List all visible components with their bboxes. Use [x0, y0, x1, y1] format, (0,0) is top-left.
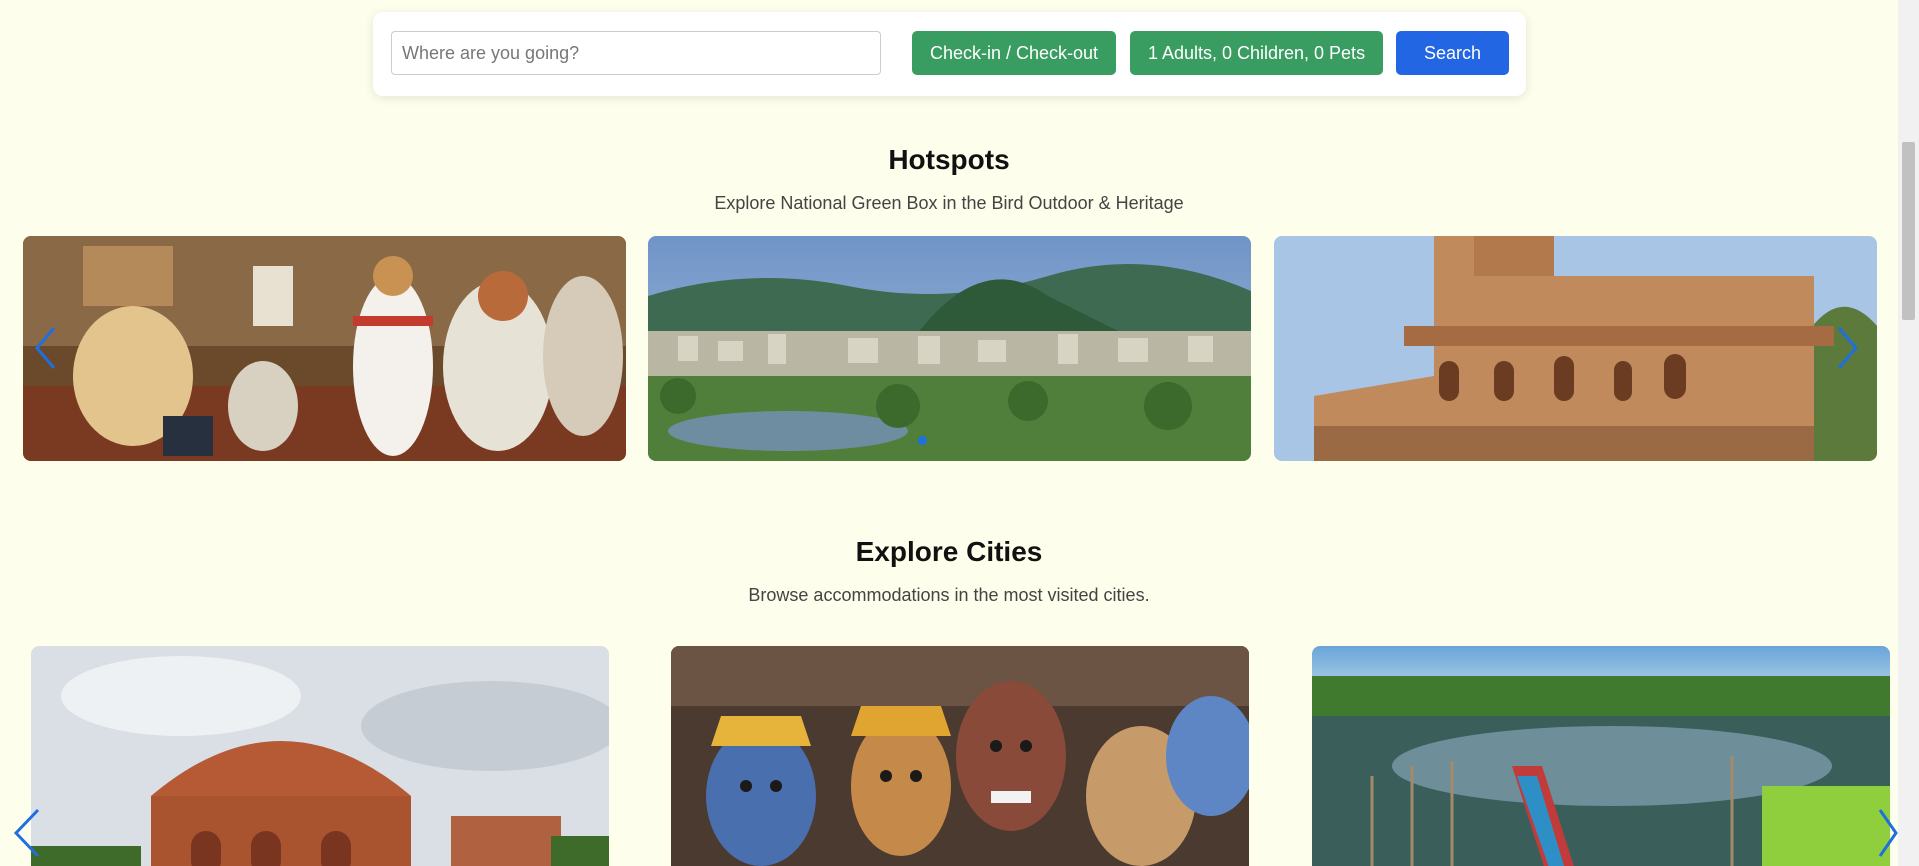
search-button[interactable]: Search	[1396, 31, 1509, 75]
masks-image	[671, 646, 1249, 866]
destination-search-input[interactable]	[391, 31, 881, 75]
hotspots-prev-arrow[interactable]	[34, 326, 56, 370]
chevron-left-icon	[35, 327, 56, 369]
chevron-right-icon	[1878, 809, 1898, 857]
vertical-scrollbar[interactable]	[1898, 0, 1919, 866]
search-bar: Check-in / Check-out 1 Adults, 0 Childre…	[373, 12, 1526, 96]
hotspot-card-city-view[interactable]	[648, 236, 1251, 461]
city-card-lake-boat[interactable]	[1312, 646, 1890, 866]
hotspot-card-museum[interactable]	[23, 236, 626, 461]
hotspots-next-arrow[interactable]	[1837, 326, 1859, 370]
explore-cities-next-arrow[interactable]	[1878, 808, 1898, 858]
lake-boat-image	[1312, 646, 1890, 866]
explore-cities-title: Explore Cities	[855, 536, 1043, 567]
guests-selector-button[interactable]: 1 Adults, 0 Children, 0 Pets	[1130, 31, 1383, 75]
city-card-masks[interactable]	[671, 646, 1249, 866]
city-card-terracotta-temple[interactable]	[31, 646, 609, 866]
temple-image	[1274, 236, 1877, 461]
page: Check-in / Check-out 1 Adults, 0 Childre…	[0, 0, 1898, 866]
museum-image	[23, 236, 626, 461]
check-in-check-out-button[interactable]: Check-in / Check-out	[912, 31, 1116, 75]
carousel-pagination-dot[interactable]	[918, 436, 927, 445]
hotspots-title: Hotspots	[888, 144, 1010, 175]
explore-cities-prev-arrow[interactable]	[12, 808, 40, 858]
scrollbar-thumb[interactable]	[1902, 142, 1915, 320]
hotspot-card-temple[interactable]	[1274, 236, 1877, 461]
explore-cities-subtitle: Browse accommodations in the most visite…	[748, 585, 1150, 605]
city-view-image	[648, 236, 1251, 461]
chevron-left-icon	[13, 808, 40, 858]
chevron-right-icon	[1837, 327, 1858, 369]
hotspots-subtitle: Explore National Green Box in the Bird O…	[714, 193, 1184, 213]
terracotta-temple-image	[31, 646, 609, 866]
